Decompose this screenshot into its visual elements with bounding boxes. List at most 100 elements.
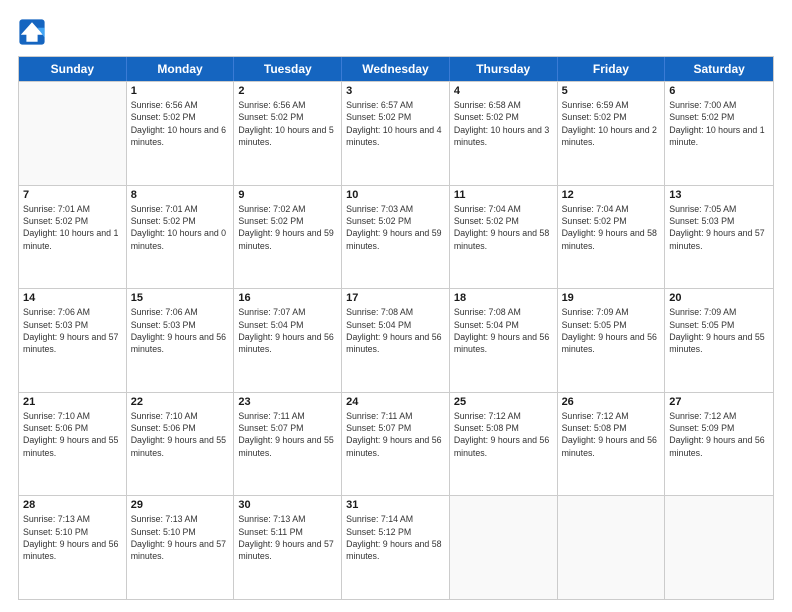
calendar-page: SundayMondayTuesdayWednesdayThursdayFrid… [0,0,792,612]
cal-cell-2-1: 7 Sunrise: 7:01 AMSunset: 5:02 PMDaylight… [19,186,127,289]
cal-cell-3-5: 18 Sunrise: 7:08 AMSunset: 5:04 PMDayligh… [450,289,558,392]
cal-cell-5-4: 31Sunrise: 7:14 AMSunset: 5:12 PMDayligh… [342,496,450,599]
calendar-body: 1Sunrise: 6:56 AMSunset: 5:02 PMDaylight… [19,81,773,599]
week-row-1: 1Sunrise: 6:56 AMSunset: 5:02 PMDaylight… [19,81,773,185]
day-number: 25 [454,396,553,408]
day-number: 7 [23,189,122,201]
cal-cell-2-4: 10 Sunrise: 7:03 AMSunset: 5:02 PMDayligh… [342,186,450,289]
calendar: SundayMondayTuesdayWednesdayThursdayFrid… [18,56,774,600]
day-number: 31 [346,499,445,511]
cal-cell-3-6: 19 Sunrise: 7:09 AMSunset: 5:05 PMDayligh… [558,289,666,392]
week-row-4: 21 Sunrise: 7:10 AMSunset: 5:06 PMDayligh… [19,392,773,496]
day-number: 27 [669,396,769,408]
day-number: 19 [562,292,661,304]
day-number: 20 [669,292,769,304]
cal-cell-2-6: 12 Sunrise: 7:04 AMSunset: 5:02 PMDayligh… [558,186,666,289]
cell-info: Sunrise: 7:01 AMSunset: 5:02 PMDaylight:… [23,203,122,252]
logo-icon [18,18,46,46]
day-number: 14 [23,292,122,304]
cell-info: Sunrise: 6:57 AMSunset: 5:02 PMDaylight:… [346,99,445,148]
day-number: 3 [346,85,445,97]
cal-cell-5-3: 30Sunrise: 7:13 AMSunset: 5:11 PMDayligh… [234,496,342,599]
cal-cell-1-1 [19,82,127,185]
day-number: 26 [562,396,661,408]
cell-info: Sunrise: 7:09 AMSunset: 5:05 PMDaylight:… [562,306,661,355]
day-number: 8 [131,189,230,201]
cal-cell-1-3: 2Sunrise: 6:56 AMSunset: 5:02 PMDaylight… [234,82,342,185]
cal-cell-4-4: 24 Sunrise: 7:11 AMSunset: 5:07 PMDayligh… [342,393,450,496]
calendar-header: SundayMondayTuesdayWednesdayThursdayFrid… [19,57,773,81]
day-number: 12 [562,189,661,201]
cal-cell-4-6: 26 Sunrise: 7:12 AMSunset: 5:08 PMDayligh… [558,393,666,496]
cal-cell-3-2: 15 Sunrise: 7:06 AMSunset: 5:03 PMDayligh… [127,289,235,392]
day-number: 10 [346,189,445,201]
cell-info: Sunrise: 7:11 AMSunset: 5:07 PMDaylight:… [346,410,445,459]
day-number: 22 [131,396,230,408]
cal-cell-1-2: 1Sunrise: 6:56 AMSunset: 5:02 PMDaylight… [127,82,235,185]
cal-cell-5-7 [665,496,773,599]
cal-cell-3-7: 20 Sunrise: 7:09 AMSunset: 5:05 PMDayligh… [665,289,773,392]
cell-info: Sunrise: 7:13 AMSunset: 5:11 PMDaylight:… [238,513,337,562]
cell-info: Sunrise: 7:06 AMSunset: 5:03 PMDaylight:… [23,306,122,355]
week-row-3: 14 Sunrise: 7:06 AMSunset: 5:03 PMDayligh… [19,288,773,392]
cal-cell-3-4: 17 Sunrise: 7:08 AMSunset: 5:04 PMDayligh… [342,289,450,392]
day-number: 18 [454,292,553,304]
cal-cell-2-3: 9 Sunrise: 7:02 AMSunset: 5:02 PMDaylight… [234,186,342,289]
cell-info: Sunrise: 6:59 AMSunset: 5:02 PMDaylight:… [562,99,661,148]
cal-cell-2-2: 8 Sunrise: 7:01 AMSunset: 5:02 PMDaylight… [127,186,235,289]
cell-info: Sunrise: 7:09 AMSunset: 5:05 PMDaylight:… [669,306,769,355]
cal-cell-1-6: 5 Sunrise: 6:59 AMSunset: 5:02 PMDaylight… [558,82,666,185]
cal-cell-4-2: 22 Sunrise: 7:10 AMSunset: 5:06 PMDayligh… [127,393,235,496]
cell-info: Sunrise: 7:06 AMSunset: 5:03 PMDaylight:… [131,306,230,355]
cell-info: Sunrise: 7:08 AMSunset: 5:04 PMDaylight:… [454,306,553,355]
cell-info: Sunrise: 7:02 AMSunset: 5:02 PMDaylight:… [238,203,337,252]
day-header-tuesday: Tuesday [234,57,342,81]
cell-info: Sunrise: 7:08 AMSunset: 5:04 PMDaylight:… [346,306,445,355]
cal-cell-3-3: 16 Sunrise: 7:07 AMSunset: 5:04 PMDayligh… [234,289,342,392]
day-number: 17 [346,292,445,304]
logo [18,18,50,46]
cal-cell-4-1: 21 Sunrise: 7:10 AMSunset: 5:06 PMDayligh… [19,393,127,496]
day-number: 15 [131,292,230,304]
day-number: 9 [238,189,337,201]
week-row-2: 7 Sunrise: 7:01 AMSunset: 5:02 PMDaylight… [19,185,773,289]
cell-info: Sunrise: 7:13 AMSunset: 5:10 PMDaylight:… [131,513,230,562]
cal-cell-4-5: 25Sunrise: 7:12 AMSunset: 5:08 PMDayligh… [450,393,558,496]
cal-cell-2-7: 13Sunrise: 7:05 AMSunset: 5:03 PMDayligh… [665,186,773,289]
day-header-friday: Friday [558,57,666,81]
cell-info: Sunrise: 6:56 AMSunset: 5:02 PMDaylight:… [238,99,337,148]
cal-cell-1-4: 3 Sunrise: 6:57 AMSunset: 5:02 PMDaylight… [342,82,450,185]
day-header-thursday: Thursday [450,57,558,81]
day-number: 21 [23,396,122,408]
cal-cell-5-2: 29Sunrise: 7:13 AMSunset: 5:10 PMDayligh… [127,496,235,599]
cal-cell-5-1: 28 Sunrise: 7:13 AMSunset: 5:10 PMDayligh… [19,496,127,599]
day-number: 6 [669,85,769,97]
cell-info: Sunrise: 7:04 AMSunset: 5:02 PMDaylight:… [562,203,661,252]
cell-info: Sunrise: 7:11 AMSunset: 5:07 PMDaylight:… [238,410,337,459]
day-number: 5 [562,85,661,97]
cell-info: Sunrise: 7:12 AMSunset: 5:09 PMDaylight:… [669,410,769,459]
cell-info: Sunrise: 7:10 AMSunset: 5:06 PMDaylight:… [23,410,122,459]
cal-cell-1-5: 4Sunrise: 6:58 AMSunset: 5:02 PMDaylight… [450,82,558,185]
cell-info: Sunrise: 7:03 AMSunset: 5:02 PMDaylight:… [346,203,445,252]
day-header-sunday: Sunday [19,57,127,81]
week-row-5: 28 Sunrise: 7:13 AMSunset: 5:10 PMDayligh… [19,495,773,599]
day-number: 16 [238,292,337,304]
cal-cell-4-3: 23Sunrise: 7:11 AMSunset: 5:07 PMDayligh… [234,393,342,496]
cell-info: Sunrise: 7:07 AMSunset: 5:04 PMDaylight:… [238,306,337,355]
cell-info: Sunrise: 7:12 AMSunset: 5:08 PMDaylight:… [562,410,661,459]
cal-cell-5-6 [558,496,666,599]
cell-info: Sunrise: 7:04 AMSunset: 5:02 PMDaylight:… [454,203,553,252]
cell-info: Sunrise: 7:05 AMSunset: 5:03 PMDaylight:… [669,203,769,252]
cal-cell-5-5 [450,496,558,599]
header [18,18,774,46]
day-number: 28 [23,499,122,511]
cal-cell-1-7: 6Sunrise: 7:00 AMSunset: 5:02 PMDaylight… [665,82,773,185]
cell-info: Sunrise: 7:10 AMSunset: 5:06 PMDaylight:… [131,410,230,459]
day-number: 11 [454,189,553,201]
day-number: 24 [346,396,445,408]
cal-cell-4-7: 27 Sunrise: 7:12 AMSunset: 5:09 PMDayligh… [665,393,773,496]
day-header-monday: Monday [127,57,235,81]
cell-info: Sunrise: 7:13 AMSunset: 5:10 PMDaylight:… [23,513,122,562]
cell-info: Sunrise: 7:01 AMSunset: 5:02 PMDaylight:… [131,203,230,252]
